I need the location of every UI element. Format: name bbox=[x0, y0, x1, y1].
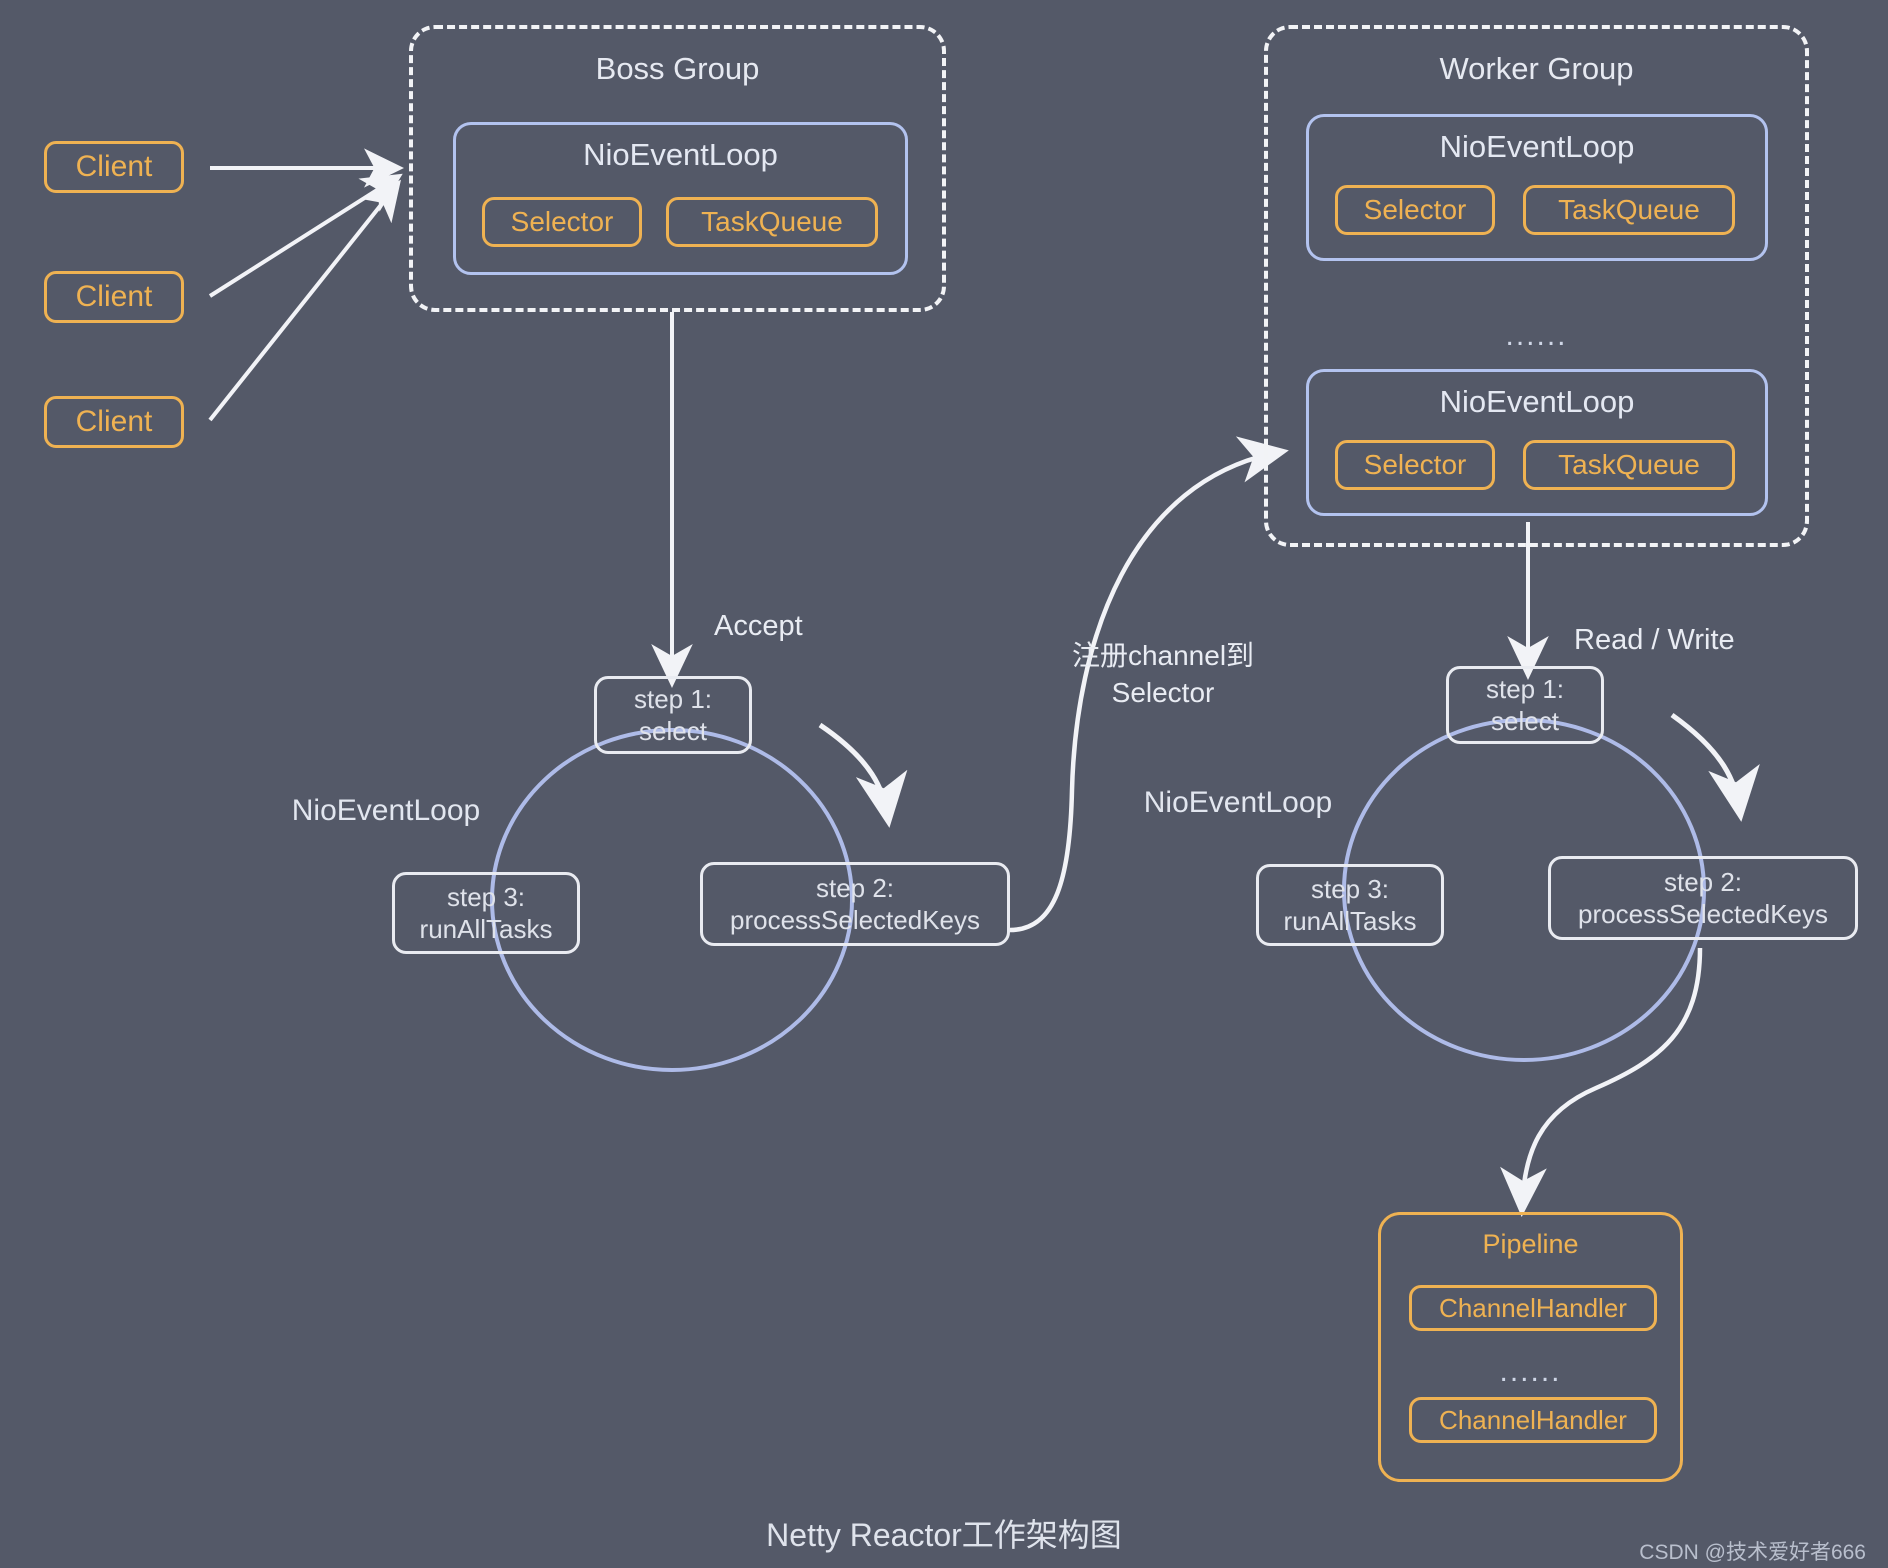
worker-group-ellipsis: ...... bbox=[1505, 319, 1568, 352]
boss-step-2-box[interactable]: step 2: processSelectedKeys bbox=[700, 862, 1010, 946]
boss-step-1-box[interactable]: step 1: select bbox=[594, 676, 752, 754]
worker-step-2-line1: step 2: bbox=[1663, 866, 1743, 897]
boss-selector-box[interactable]: Selector bbox=[482, 197, 642, 247]
boss-taskqueue-box[interactable]: TaskQueue bbox=[666, 197, 878, 247]
client-box-1[interactable]: Client bbox=[44, 141, 184, 193]
boss-nioeventloop-box[interactable]: NioEventLoop Selector TaskQueue bbox=[453, 122, 908, 275]
channel-handler-label: ChannelHandler bbox=[1439, 1292, 1627, 1323]
worker-group-container: Worker Group NioEventLoop Selector TaskQ… bbox=[1264, 25, 1809, 547]
boss-nioeventloop-title: NioEventLoop bbox=[583, 137, 778, 172]
worker-group-title: Worker Group bbox=[1439, 51, 1634, 86]
client-box-2[interactable]: Client bbox=[44, 271, 184, 323]
worker-selector-box-1[interactable]: Selector bbox=[1335, 185, 1495, 235]
worker-nioeventloop-box-1[interactable]: NioEventLoop Selector TaskQueue bbox=[1306, 114, 1768, 261]
boss-step-3-line1: step 3: bbox=[446, 881, 526, 912]
worker-selector-label: Selector bbox=[1363, 194, 1467, 225]
channel-handler-box-1[interactable]: ChannelHandler bbox=[1409, 1285, 1657, 1331]
worker-taskqueue-box-2[interactable]: TaskQueue bbox=[1523, 440, 1735, 490]
pipeline-container[interactable]: Pipeline ChannelHandler ...... ChannelHa… bbox=[1378, 1212, 1683, 1482]
channel-handler-label: ChannelHandler bbox=[1439, 1404, 1627, 1435]
worker-step-1-box[interactable]: step 1: select bbox=[1446, 666, 1604, 744]
diagram-caption: Netty Reactor工作架构图 bbox=[766, 1517, 1122, 1553]
boss-group-title: Boss Group bbox=[595, 51, 760, 86]
worker-taskqueue-label: TaskQueue bbox=[1558, 449, 1700, 480]
boss-step-3-line2: runAllTasks bbox=[419, 914, 553, 944]
pipeline-arrow bbox=[1500, 947, 1703, 1217]
boss-group-container: Boss Group NioEventLoop Selector TaskQue… bbox=[409, 25, 946, 312]
readwrite-label: Read / Write bbox=[1574, 624, 1735, 656]
register-channel-label: 注册channel到 Selector bbox=[1048, 638, 1278, 712]
boss-selector-label: Selector bbox=[510, 206, 614, 237]
worker-step-3-box[interactable]: step 3: runAllTasks bbox=[1256, 864, 1444, 946]
boss-step-1-line1: step 1: bbox=[633, 683, 713, 714]
worker-step-3-line2: runAllTasks bbox=[1283, 906, 1417, 936]
client-label: Client bbox=[75, 280, 153, 313]
diagram-canvas: Client Client Client Boss Group NioEvent… bbox=[0, 0, 1888, 1568]
worker-selector-box-2[interactable]: Selector bbox=[1335, 440, 1495, 490]
accept-label: Accept bbox=[714, 610, 803, 642]
boss-step-2-line1: step 2: bbox=[815, 872, 895, 903]
worker-step-2-line2: processSelectedKeys bbox=[1577, 899, 1829, 929]
worker-nioeventloop-title: NioEventLoop bbox=[1439, 384, 1635, 419]
pipeline-ellipsis: ...... bbox=[1499, 1355, 1562, 1388]
worker-selector-label: Selector bbox=[1363, 449, 1467, 480]
worker-loop-center-label: NioEventLoop bbox=[1143, 786, 1333, 819]
boss-taskqueue-label: TaskQueue bbox=[701, 206, 843, 237]
client-arrows bbox=[208, 148, 404, 422]
worker-taskqueue-label: TaskQueue bbox=[1558, 194, 1700, 225]
worker-step-3-line1: step 3: bbox=[1310, 873, 1390, 904]
boss-step-2-line2: processSelectedKeys bbox=[729, 905, 981, 935]
client-label: Client bbox=[75, 150, 153, 183]
register-channel-line2: Selector bbox=[1111, 676, 1215, 708]
worker-step-2-box[interactable]: step 2: processSelectedKeys bbox=[1548, 856, 1858, 940]
csdn-watermark: CSDN @技术爱好者666 bbox=[1639, 1541, 1866, 1564]
worker-taskqueue-box-1[interactable]: TaskQueue bbox=[1523, 185, 1735, 235]
worker-step-1-line1: step 1: bbox=[1485, 673, 1565, 704]
worker-step-1-line2: select bbox=[1491, 706, 1559, 736]
pipeline-title: Pipeline bbox=[1482, 1229, 1579, 1259]
register-channel-line1: 注册channel到 bbox=[1071, 640, 1255, 671]
boss-step-1-line2: select bbox=[639, 716, 707, 746]
client-box-3[interactable]: Client bbox=[44, 396, 184, 448]
worker-nioeventloop-box-2[interactable]: NioEventLoop Selector TaskQueue bbox=[1306, 369, 1768, 516]
worker-nioeventloop-title: NioEventLoop bbox=[1439, 129, 1635, 164]
boss-step-3-box[interactable]: step 3: runAllTasks bbox=[392, 872, 580, 954]
client-label: Client bbox=[75, 405, 153, 438]
channel-handler-box-2[interactable]: ChannelHandler bbox=[1409, 1397, 1657, 1443]
